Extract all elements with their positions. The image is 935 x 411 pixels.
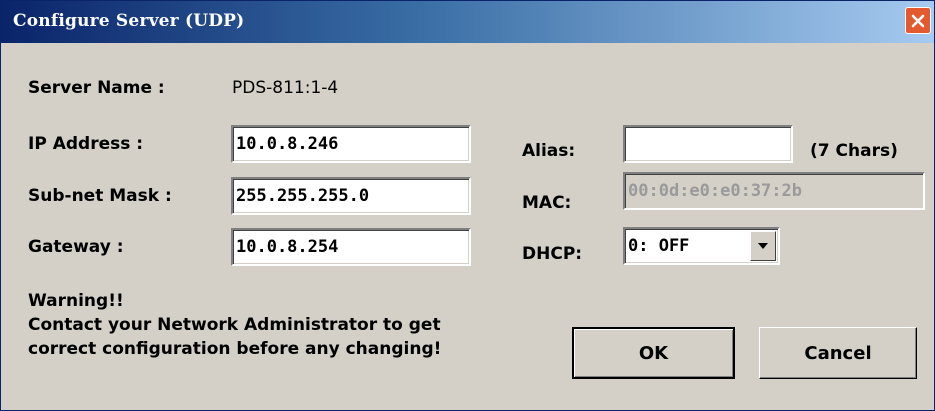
warning-title: Warning!! <box>28 291 124 311</box>
alias-label: Alias: <box>522 141 576 161</box>
subnet-mask-input[interactable]: 255.255.255.0 <box>231 177 471 215</box>
window-title: Configure Server (UDP) <box>13 11 245 31</box>
dhcp-label: DHCP: <box>522 244 583 264</box>
warning-line-1: Contact your Network Administrator to ge… <box>28 315 441 335</box>
warning-message: Warning!! Contact your Network Administr… <box>28 289 441 361</box>
chevron-down-icon <box>758 243 768 249</box>
server-name-label: Server Name : <box>28 78 165 98</box>
close-icon <box>911 14 925 27</box>
gateway-label: Gateway : <box>28 237 124 257</box>
server-name-value: PDS-811:1-4 <box>232 78 339 98</box>
dhcp-dropdown-button[interactable] <box>750 231 776 261</box>
alias-hint: (7 Chars) <box>810 141 898 161</box>
alias-input[interactable] <box>623 125 793 163</box>
subnet-mask-label: Sub-net Mask : <box>28 186 172 206</box>
title-bar[interactable]: Configure Server (UDP) <box>1 1 934 43</box>
gateway-input[interactable]: 10.0.8.254 <box>231 228 471 266</box>
ok-button[interactable]: OK <box>572 327 735 379</box>
ip-address-input[interactable]: 10.0.8.246 <box>231 125 471 163</box>
mac-field: 00:0d:e0:e0:37:2b <box>623 172 925 210</box>
warning-line-2: correct configuration before any changin… <box>28 339 442 359</box>
close-button[interactable] <box>905 7 931 34</box>
configure-server-dialog: Configure Server (UDP) Server Name : PDS… <box>0 0 935 411</box>
ip-address-label: IP Address : <box>28 134 144 154</box>
dhcp-selected-value: 0: OFF <box>628 236 690 256</box>
mac-label: MAC: <box>522 193 572 213</box>
cancel-button[interactable]: Cancel <box>759 327 917 379</box>
dhcp-select[interactable]: 0: OFF <box>623 227 780 265</box>
